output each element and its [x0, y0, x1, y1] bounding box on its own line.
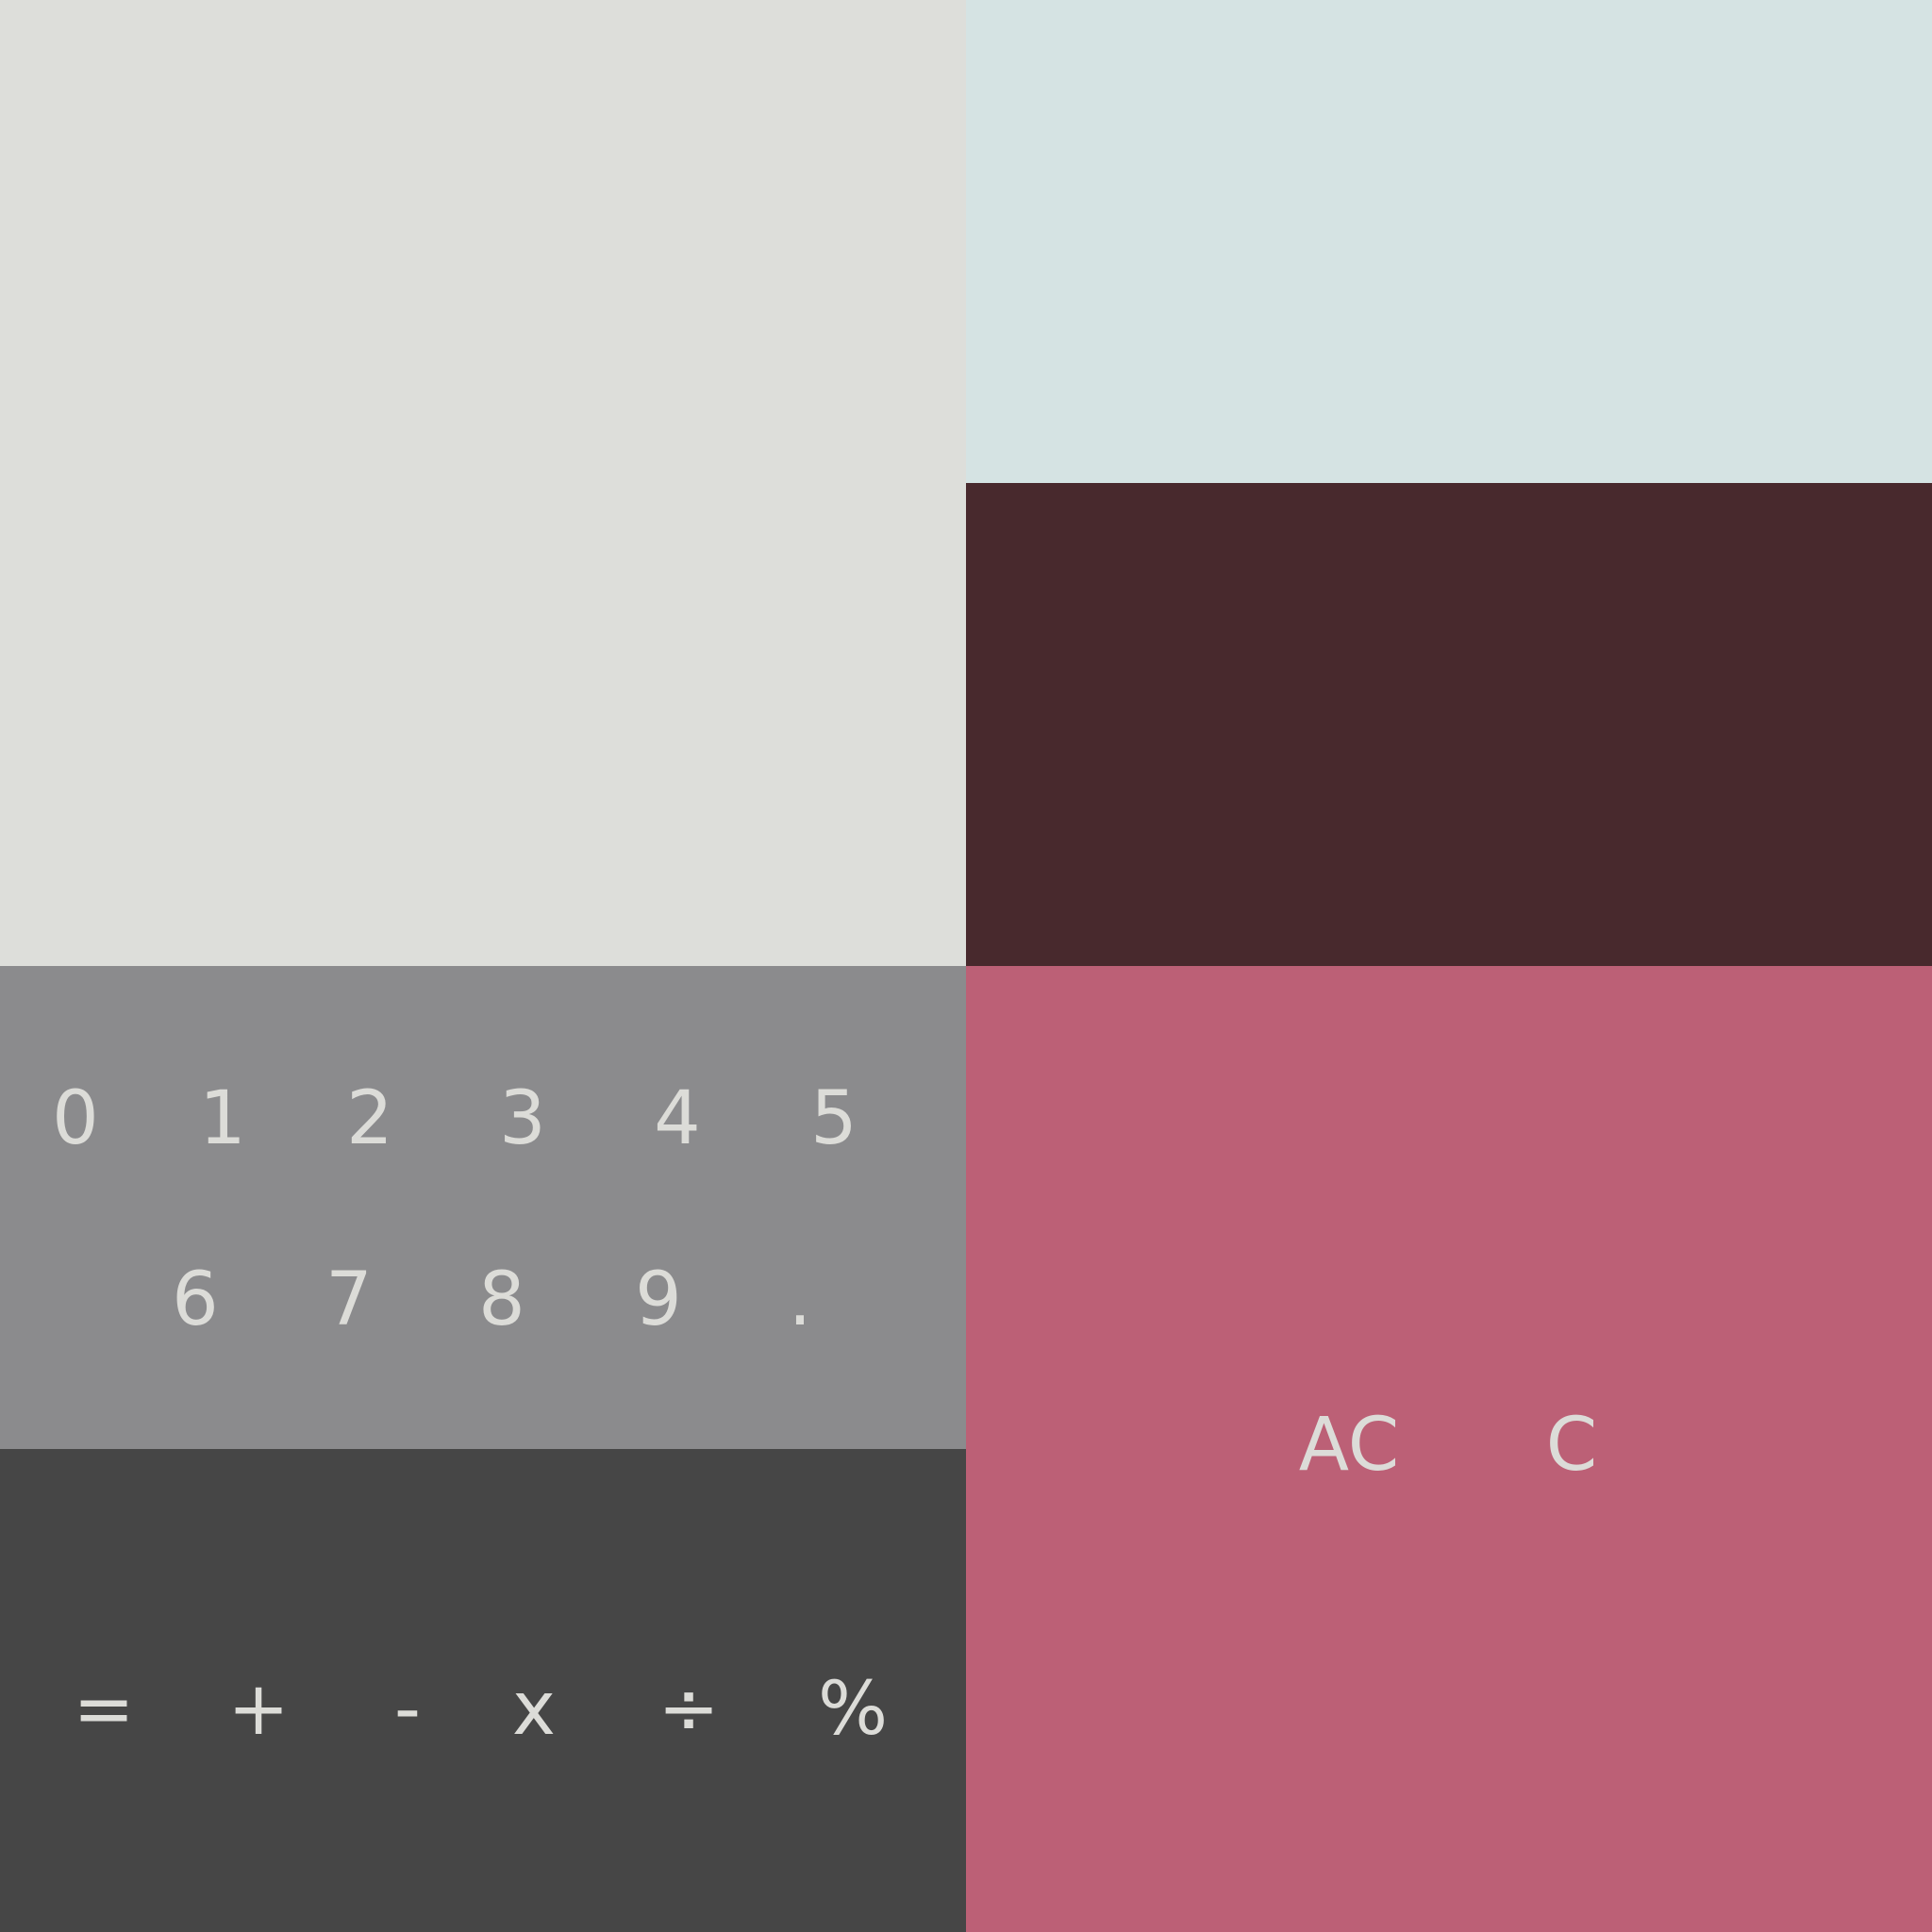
calculator: 0 1 2 3 4 5 6 7 8 9 . = + - x ÷ % AC C [0, 0, 1932, 1932]
digit-9-button[interactable]: 9 [602, 1248, 715, 1352]
digit-4-button[interactable]: 4 [621, 1067, 734, 1171]
digit-0-button[interactable]: 0 [19, 1067, 132, 1171]
decimal-point-button[interactable]: . [743, 1248, 857, 1352]
clear-button[interactable]: C [1496, 1393, 1647, 1497]
digit-5-button[interactable]: 5 [777, 1067, 891, 1171]
digit-6-button[interactable]: 6 [139, 1248, 252, 1352]
digit-7-button[interactable]: 7 [292, 1248, 406, 1352]
percent-button[interactable]: % [796, 1657, 909, 1761]
all-clear-button[interactable]: AC [1274, 1393, 1424, 1497]
digit-3-button[interactable]: 3 [466, 1067, 579, 1171]
divide-button[interactable]: ÷ [632, 1657, 745, 1761]
plus-button[interactable]: + [202, 1657, 315, 1761]
digit-1-button[interactable]: 1 [166, 1067, 279, 1171]
clear-panel: AC C [966, 966, 1932, 1932]
digit-8-button[interactable]: 8 [445, 1248, 558, 1352]
operator-keypad: = + - x ÷ % [0, 1449, 966, 1932]
digit-keypad: 0 1 2 3 4 5 6 7 8 9 . [0, 966, 966, 1449]
minus-button[interactable]: - [351, 1657, 464, 1761]
top-right-panel [966, 0, 1932, 483]
equals-button[interactable]: = [47, 1657, 160, 1761]
mid-right-panel [966, 483, 1932, 966]
multiply-button[interactable]: x [477, 1657, 591, 1761]
display-panel [0, 0, 966, 966]
digit-2-button[interactable]: 2 [313, 1067, 426, 1171]
